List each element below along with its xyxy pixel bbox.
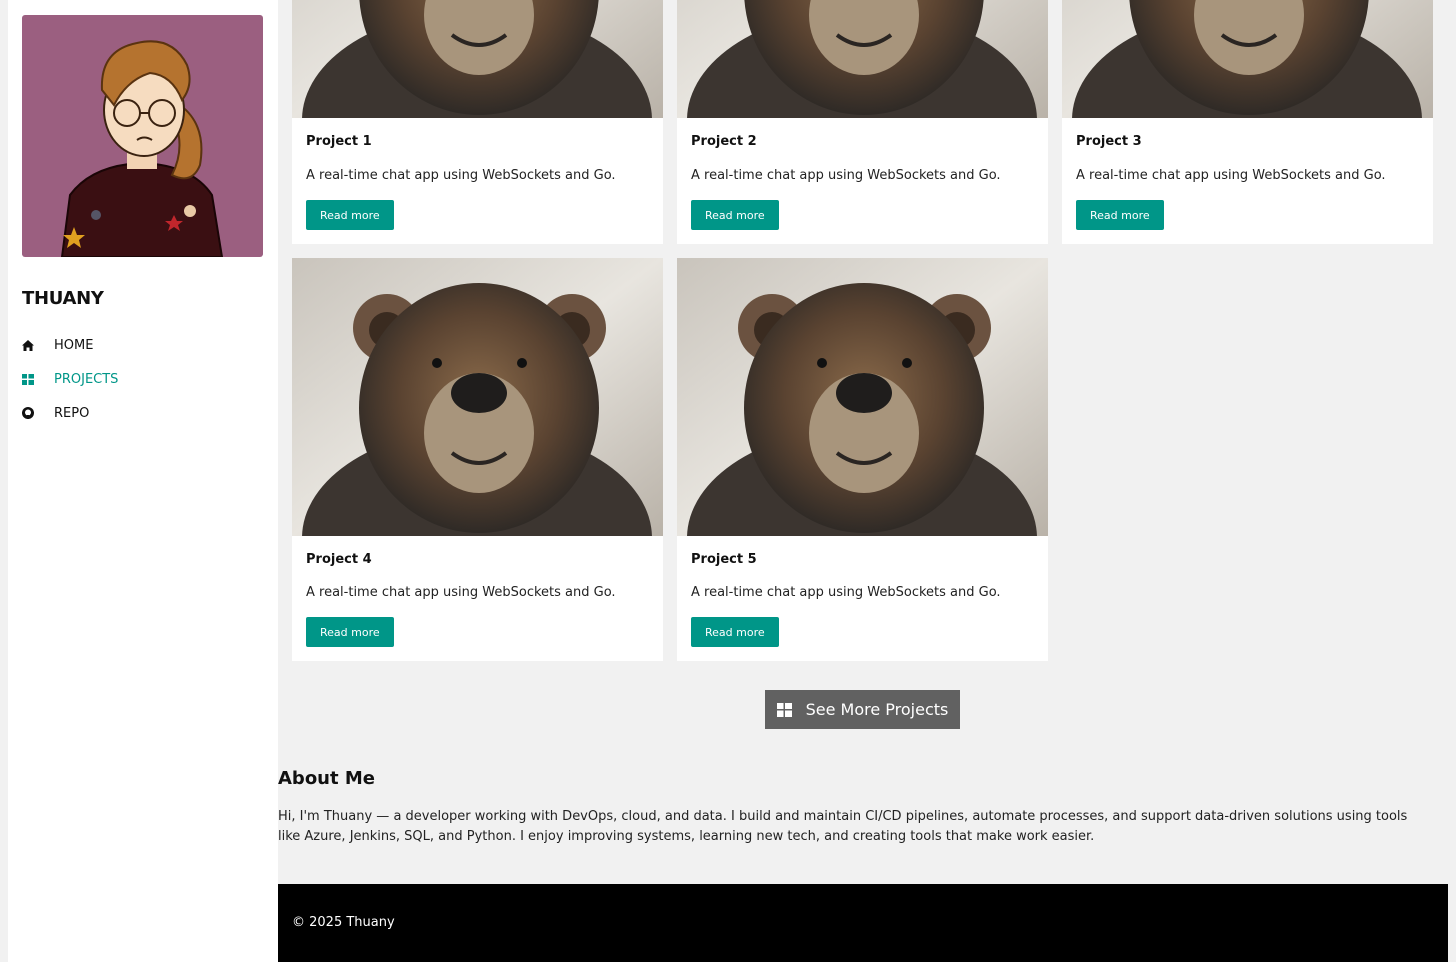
sidebar: THUANY HOME PROJECTS REPO: [8, 0, 278, 962]
project-card: Project 4 A real-time chat app using Web…: [292, 258, 663, 661]
project-image: [292, 258, 663, 536]
project-card: Project 2 A real-time chat app using Web…: [677, 0, 1048, 244]
see-more-projects-button[interactable]: See More Projects: [765, 690, 960, 729]
sidebar-item-label: HOME: [54, 337, 94, 353]
sidebar-item-home[interactable]: HOME: [22, 328, 118, 362]
project-image: [677, 0, 1048, 118]
github-icon: [22, 406, 40, 420]
brand-name: THUANY: [22, 288, 104, 309]
project-image: [292, 0, 663, 118]
project-description: A real-time chat app using WebSockets an…: [691, 585, 1001, 600]
main-content: Project 1 A real-time chat app using Web…: [278, 0, 1448, 962]
sidebar-item-label: PROJECTS: [54, 371, 119, 387]
see-more-label: See More Projects: [805, 700, 949, 719]
project-title: Project 3: [1076, 134, 1142, 149]
sidebar-item-projects[interactable]: PROJECTS: [22, 362, 118, 396]
project-card: Project 5 A real-time chat app using Web…: [677, 258, 1048, 661]
sidebar-nav: HOME PROJECTS REPO: [22, 328, 118, 430]
home-icon: [22, 338, 40, 352]
project-image: [677, 258, 1048, 536]
read-more-button[interactable]: Read more: [306, 617, 394, 647]
grid-icon: [776, 702, 792, 717]
sidebar-item-label: REPO: [54, 405, 90, 421]
read-more-button[interactable]: Read more: [306, 200, 394, 230]
footer-copyright: © 2025 Thuany: [292, 915, 395, 930]
read-more-button[interactable]: Read more: [1076, 200, 1164, 230]
sidebar-item-repo[interactable]: REPO: [22, 396, 118, 430]
project-title: Project 2: [691, 134, 757, 149]
project-description: A real-time chat app using WebSockets an…: [306, 168, 616, 183]
project-image: [1062, 0, 1433, 118]
project-description: A real-time chat app using WebSockets an…: [691, 168, 1001, 183]
about-text: Hi, I'm Thuany — a developer working wit…: [278, 809, 1408, 844]
avatar: [22, 15, 263, 257]
project-title: Project 5: [691, 552, 757, 567]
about-title: About Me: [278, 768, 375, 789]
project-title: Project 1: [306, 134, 372, 149]
grid-icon: [22, 372, 40, 386]
project-card: Project 1 A real-time chat app using Web…: [292, 0, 663, 244]
read-more-button[interactable]: Read more: [691, 200, 779, 230]
project-description: A real-time chat app using WebSockets an…: [306, 585, 616, 600]
project-title: Project 4: [306, 552, 372, 567]
footer: © 2025 Thuany: [278, 884, 1448, 962]
project-card: Project 3 A real-time chat app using Web…: [1062, 0, 1433, 244]
project-description: A real-time chat app using WebSockets an…: [1076, 168, 1386, 183]
read-more-button[interactable]: Read more: [691, 617, 779, 647]
